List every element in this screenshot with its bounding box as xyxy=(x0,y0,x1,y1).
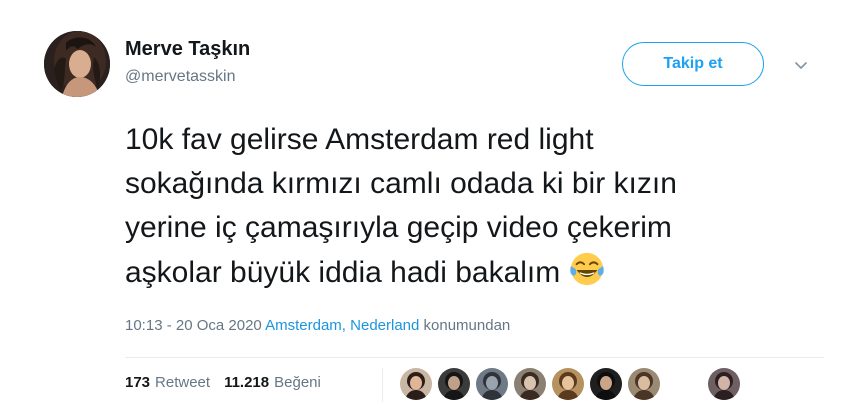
tweet-text: 10k fav gelirse Amsterdam red light soka… xyxy=(125,118,825,295)
like-count[interactable]: 11.218 Beğeni xyxy=(224,374,321,391)
liker-avatar[interactable] xyxy=(628,368,660,400)
like-count-value: 11.218 xyxy=(224,374,270,391)
liker-avatar-photo xyxy=(400,368,432,400)
liker-avatar-photo xyxy=(590,368,622,400)
avatar[interactable] xyxy=(44,31,110,97)
liker-avatar-photo xyxy=(628,368,660,400)
retweet-count-value: 173 xyxy=(125,374,151,391)
user-display-name[interactable]: Merve Taşkın xyxy=(125,38,250,61)
retweet-count-label: Retweet xyxy=(155,374,211,391)
liker-avatar[interactable] xyxy=(400,368,432,400)
divider xyxy=(125,357,824,358)
more-options-button[interactable] xyxy=(790,54,812,76)
liker-avatar-photo xyxy=(514,368,546,400)
tweet-text-last: aşkolar büyük iddia hadi bakalım xyxy=(125,256,561,289)
tweet-stats: 173 Retweet 11.218 Beğeni xyxy=(125,374,321,391)
tweet-meta: 10:13 - 20 Oca 2020 Amsterdam, Nederland… xyxy=(125,317,510,334)
liker-avatar-photo xyxy=(708,368,740,400)
liker-avatar-photo xyxy=(438,368,470,400)
location-city-link[interactable]: Amsterdam xyxy=(265,317,342,334)
follow-button[interactable]: Takip et xyxy=(622,42,764,86)
tweet-text-line: sokağında kırmızı camlı odada ki bir kız… xyxy=(125,167,677,200)
liker-avatar[interactable] xyxy=(590,368,622,400)
tweet-text-line: yerine iç çamaşırıyla geçip video çekeri… xyxy=(125,211,672,244)
tweet-timestamp[interactable]: 10:13 - 20 Oca 2020 xyxy=(125,317,262,334)
location-separator: , xyxy=(341,317,351,334)
liker-avatars xyxy=(400,366,746,402)
laughing-tears-emoji-icon xyxy=(570,252,604,286)
retweet-count[interactable]: 173 Retweet xyxy=(125,374,210,391)
user-handle[interactable]: @mervetasskin xyxy=(125,68,236,86)
location-country-link[interactable]: Nederland xyxy=(350,317,419,334)
liker-avatar[interactable] xyxy=(708,368,740,400)
liker-avatar-photo xyxy=(476,368,508,400)
liker-avatar[interactable] xyxy=(476,368,508,400)
tweet-text-line: 10k fav gelirse Amsterdam red light xyxy=(125,123,594,156)
location-suffix: konumundan xyxy=(419,317,511,334)
stats-separator xyxy=(382,368,383,402)
liker-avatar[interactable] xyxy=(514,368,546,400)
tweet-text-line: aşkolar büyük iddia hadi bakalım xyxy=(125,250,825,295)
like-count-label: Beğeni xyxy=(274,374,321,391)
liker-avatar[interactable] xyxy=(438,368,470,400)
chevron-down-icon xyxy=(795,62,807,69)
tweet-card: Merve Taşkın @mervetasskin Takip et 10k … xyxy=(0,0,850,412)
liker-avatar[interactable] xyxy=(552,368,584,400)
avatar-photo xyxy=(44,31,110,97)
liker-avatar-photo xyxy=(552,368,584,400)
